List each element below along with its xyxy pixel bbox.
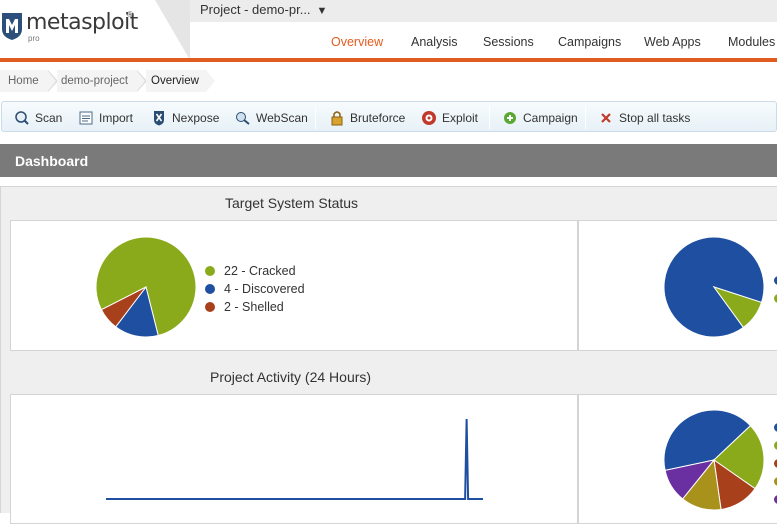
webscan-label: WebScan (256, 110, 308, 125)
breadcrumb-home[interactable]: Home (0, 70, 48, 92)
legend-cracked-label: 22 - Cracked (224, 264, 296, 278)
legend-shelled-label: 2 - Shelled (224, 300, 284, 314)
import-button[interactable]: Import (78, 108, 133, 126)
legend-dot-discovered (205, 284, 215, 294)
target-status-panel: 22 - Cracked 4 - Discovered 2 - Shelled (10, 220, 578, 351)
nav-accent-bar-left (0, 58, 160, 62)
stop-all-tasks-label: Stop all tasks (619, 110, 691, 125)
import-icon (79, 111, 93, 125)
project-activity-title: Project Activity (24 Hours) (210, 369, 372, 385)
exploit-label: Exploit (442, 110, 479, 125)
bruteforce-button[interactable]: Bruteforce (329, 108, 405, 126)
services-pie-chart (663, 236, 765, 338)
nav-accent-bar (160, 58, 777, 62)
activity-breakdown-pie-chart (663, 409, 765, 511)
target-status-pie-chart (95, 236, 197, 338)
nav-web-apps[interactable]: Web Apps (644, 35, 701, 49)
breadcrumb: Home demo-project Overview (0, 70, 777, 92)
action-toolbar: Scan Import Nexpose WebScan Bruteforce E… (1, 101, 777, 132)
breadcrumb-current: Overview (146, 70, 206, 92)
services-panel (578, 220, 777, 351)
logo-registered-mark: ® (127, 10, 133, 19)
stop-icon (601, 113, 611, 123)
nexpose-button[interactable]: Nexpose (151, 108, 219, 126)
nexpose-label: Nexpose (172, 110, 220, 125)
dashboard-title: Dashboard (15, 153, 89, 169)
exploit-icon (422, 110, 436, 125)
target-status-title: Target System Status (225, 195, 359, 211)
activity-series-line (106, 418, 483, 500)
legend-shelled: 2 - Shelled (205, 300, 284, 314)
legend-discovered-label: 4 - Discovered (224, 282, 305, 296)
breadcrumb-project[interactable]: demo-project (57, 70, 137, 92)
import-label: Import (99, 110, 134, 125)
project-activity-line-chart (106, 418, 483, 500)
bruteforce-label: Bruteforce (350, 110, 406, 125)
legend-dot-shelled (205, 302, 215, 312)
header-divider (155, 0, 190, 60)
scan-button[interactable]: Scan (14, 108, 62, 126)
dropdown-caret-icon: ▼ (316, 5, 328, 17)
toolbar-separator (585, 106, 586, 129)
app-header: metasploit ® pro Project - demo-pr... ▼ O… (0, 0, 777, 62)
campaign-label: Campaign (523, 110, 578, 125)
scan-label: Scan (35, 110, 63, 125)
breadcrumb-current-label: Overview (151, 75, 199, 87)
legend-discovered: 4 - Discovered (205, 282, 305, 296)
nav-sessions[interactable]: Sessions (483, 35, 534, 49)
dashboard-header: Dashboard (0, 144, 777, 177)
breadcrumb-arrow (47, 70, 56, 92)
toolbar-separator (489, 106, 490, 129)
webscan-button[interactable]: WebScan (235, 108, 308, 126)
logo-wordmark: metasploit (26, 10, 138, 35)
legend-cracked: 22 - Cracked (205, 264, 296, 278)
legend-dot-cracked (205, 266, 215, 276)
stop-all-tasks-button[interactable]: Stop all tasks (598, 108, 690, 126)
nav-modules[interactable]: Modules (728, 35, 775, 49)
activity-breakdown-panel (578, 394, 777, 524)
breadcrumb-project-label: demo-project (61, 75, 129, 87)
bruteforce-icon (331, 111, 343, 126)
main-nav: Overview Analysis Sessions Campaigns Web… (0, 35, 777, 51)
dashboard-content: Target System Status 22 - Cracked 4 - Di… (0, 186, 777, 524)
project-selector[interactable]: Project - demo-pr... ▼ (200, 2, 327, 17)
toolbar-separator (315, 106, 316, 129)
nav-campaigns[interactable]: Campaigns (558, 35, 621, 49)
nav-overview[interactable]: Overview (331, 35, 383, 49)
campaign-icon (504, 111, 516, 124)
breadcrumb-home-label: Home (8, 75, 39, 87)
breadcrumb-arrow (206, 70, 215, 92)
project-selector-label: Project - demo-pr... (200, 2, 311, 17)
project-activity-panel (10, 394, 578, 524)
webscan-icon (236, 111, 250, 125)
nexpose-icon (154, 110, 164, 126)
exploit-button[interactable]: Exploit (421, 108, 478, 126)
scan-icon (15, 111, 29, 125)
campaign-button[interactable]: Campaign (502, 108, 578, 126)
breadcrumb-arrow (136, 70, 145, 92)
nav-analysis[interactable]: Analysis (411, 35, 458, 49)
